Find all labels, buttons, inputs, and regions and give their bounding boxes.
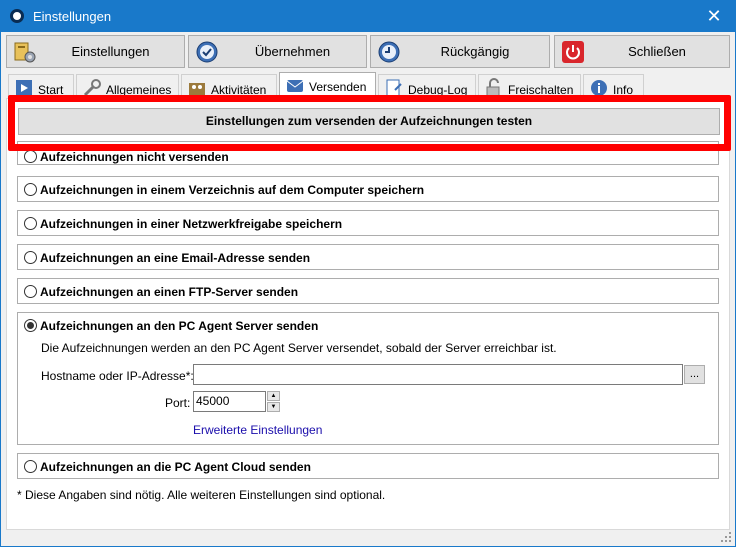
test-send-settings-button[interactable]: Einstellungen zum versenden der Aufzeich… xyxy=(18,108,720,135)
server-description: Die Aufzeichnungen werden an den PC Agen… xyxy=(41,341,557,355)
resize-grip-icon[interactable] xyxy=(720,531,732,543)
apply-clock-icon xyxy=(196,41,218,63)
play-icon xyxy=(16,80,32,96)
app-icon xyxy=(10,9,24,23)
option-email[interactable]: Aufzeichnungen an eine Email-Adresse sen… xyxy=(17,244,719,270)
option-email-label: Aufzeichnungen an eine Email-Adresse sen… xyxy=(40,251,311,265)
title-bar: Einstellungen ✕ xyxy=(1,1,735,32)
hostname-input[interactable] xyxy=(193,364,683,385)
close-button[interactable]: Schließen xyxy=(554,35,730,68)
option-pc-agent-server[interactable]: Aufzeichnungen an den PC Agent Server se… xyxy=(17,312,719,445)
required-fields-note: * Diese Angaben sind nötig. Alle weitere… xyxy=(17,488,386,502)
option-pc-agent-cloud-label: Aufzeichnungen an die PC Agent Cloud sen… xyxy=(40,460,311,474)
radio-pc-agent-cloud[interactable] xyxy=(24,460,37,473)
tab-general-label: Allgemeines xyxy=(106,83,172,97)
tab-unlock[interactable]: Freischalten xyxy=(478,74,581,100)
apply-button-label: Übernehmen xyxy=(254,44,331,59)
tab-info-label: Info xyxy=(613,83,634,97)
unlock-icon xyxy=(486,78,500,97)
option-no-send[interactable]: Aufzeichnungen nicht versenden xyxy=(17,141,719,165)
advanced-settings-link[interactable]: Erweiterte Einstellungen xyxy=(193,423,322,437)
tab-activities[interactable]: Aktivitäten xyxy=(181,74,277,100)
port-label: Port: xyxy=(165,396,191,410)
info-icon xyxy=(591,80,607,96)
option-no-send-label: Aufzeichnungen nicht versenden xyxy=(40,150,229,164)
tab-activities-label: Aktivitäten xyxy=(211,83,267,97)
option-local-folder-label: Aufzeichnungen in einem Verzeichnis auf … xyxy=(40,183,425,197)
option-ftp[interactable]: Aufzeichnungen an einen FTP-Server sende… xyxy=(17,278,719,304)
undo-button[interactable]: Rückgängig xyxy=(370,35,550,68)
settings-book-icon xyxy=(14,42,36,63)
radio-network-share[interactable] xyxy=(24,217,37,230)
tab-send[interactable]: Versenden xyxy=(279,72,376,100)
tab-debug-log-label: Debug-Log xyxy=(408,83,468,97)
tab-start-label: Start xyxy=(38,83,64,97)
port-down-arrow-icon[interactable]: ▼ xyxy=(267,402,280,412)
tab-debug-log[interactable]: Debug-Log xyxy=(378,74,476,100)
tab-general[interactable]: Allgemeines xyxy=(76,74,179,100)
hostname-label: Hostname oder IP-Adresse*: xyxy=(41,369,194,383)
option-pc-agent-cloud[interactable]: Aufzeichnungen an die PC Agent Cloud sen… xyxy=(17,453,719,479)
tab-send-label: Versenden xyxy=(309,80,367,94)
settings-window: Einstellungen ✕ Einstellungen Übernehmen… xyxy=(0,0,736,547)
undo-button-label: Rückgängig xyxy=(440,44,510,59)
option-local-folder[interactable]: Aufzeichnungen in einem Verzeichnis auf … xyxy=(17,176,719,202)
port-up-arrow-icon[interactable]: ▲ xyxy=(267,391,280,401)
undo-clock-icon xyxy=(378,41,400,63)
option-network-share-label: Aufzeichnungen in einer Netzwerkfreigabe… xyxy=(40,217,343,231)
wrench-icon xyxy=(83,79,101,97)
settings-button-label: Einstellungen xyxy=(71,44,150,59)
port-input[interactable]: 45000 xyxy=(193,391,266,412)
option-ftp-label: Aufzeichnungen an einen FTP-Server sende… xyxy=(40,285,299,299)
power-icon xyxy=(562,41,584,63)
tab-bar: Start Allgemeines Aktivitäten Versenden … xyxy=(8,72,730,100)
tab-info[interactable]: Info xyxy=(583,74,644,100)
activity-icon xyxy=(189,83,205,95)
radio-local-folder[interactable] xyxy=(24,183,37,196)
radio-email[interactable] xyxy=(24,251,37,264)
close-button-label: Schließen xyxy=(628,44,686,59)
tab-unlock-label: Freischalten xyxy=(508,83,574,97)
apply-button[interactable]: Übernehmen xyxy=(188,35,367,68)
browse-button[interactable]: ... xyxy=(684,365,705,384)
close-icon[interactable]: ✕ xyxy=(703,5,725,27)
radio-no-send[interactable] xyxy=(24,150,37,163)
radio-pc-agent-server[interactable] xyxy=(24,319,37,332)
tab-start[interactable]: Start xyxy=(8,74,74,100)
send-icon xyxy=(286,80,304,92)
debug-icon xyxy=(386,79,402,97)
radio-ftp[interactable] xyxy=(24,285,37,298)
option-network-share[interactable]: Aufzeichnungen in einer Netzwerkfreigabe… xyxy=(17,210,719,236)
settings-button[interactable]: Einstellungen xyxy=(6,35,185,68)
window-title: Einstellungen xyxy=(33,9,112,24)
option-pc-agent-server-label: Aufzeichnungen an den PC Agent Server se… xyxy=(40,319,319,333)
